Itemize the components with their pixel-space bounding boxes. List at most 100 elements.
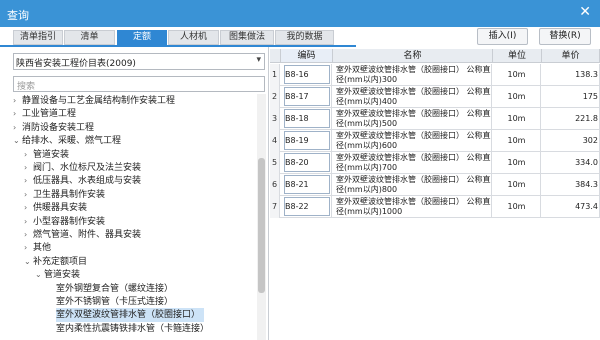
- price-cell: 473.4: [542, 196, 600, 218]
- tree-item[interactable]: 室外钢塑复合管（螺纹连接）: [56, 282, 173, 296]
- table-row[interactable]: 1 B8-16 室外双壁波纹管排水管（胶圈接口） 公称直径(mm以内)300 10m 1…: [270, 64, 600, 86]
- tree-item-label: 工业管道工程: [22, 109, 77, 120]
- window-title: 查询: [7, 9, 29, 22]
- tree-item-label: 室外钢塑复合管（螺纹连接）: [56, 283, 174, 294]
- table-row[interactable]: 6 B8-21 室外双壁波纹管排水管（胶圈接口） 公称直径(mm以内)800 10m 3…: [270, 174, 600, 196]
- chevron-right-icon[interactable]: ›: [13, 107, 22, 121]
- code-cell-frame: [284, 175, 330, 194]
- search-placeholder: 搜索: [17, 82, 36, 92]
- tree-item-label: 室外双壁波纹管排水管（胶圈接口）: [56, 310, 201, 321]
- chevron-right-icon[interactable]: ›: [24, 201, 33, 215]
- tab-atlas-methods[interactable]: 图集做法: [220, 30, 274, 45]
- unit-cell: 10m: [493, 174, 541, 196]
- price-cell: 221.8: [542, 108, 600, 130]
- column-header-price[interactable]: 单价: [542, 49, 600, 63]
- tree-item-label: 供暖器具安装: [33, 203, 88, 214]
- code-cell: B8-18: [282, 108, 332, 130]
- chevron-right-icon[interactable]: ›: [24, 215, 33, 229]
- quota-tree: › 静置设备与工艺金属结构制作安装工程 › 工业管道工程 › 消防设备安装工程 ⌄ 给排水、采…: [13, 94, 256, 340]
- table-row[interactable]: 3 B8-18 室外双壁波纹管排水管（胶圈接口） 公称直径(mm以内)500 10m 2…: [270, 108, 600, 130]
- tree-item[interactable]: ⌄ 补充定额项目: [24, 255, 87, 269]
- price-cell: 334.0: [542, 152, 600, 174]
- code-cell: B8-20: [282, 152, 332, 174]
- name-cell: 室外双壁波纹管排水管（胶圈接口） 公称直径(mm以内)700: [333, 152, 492, 174]
- quota-grid: 编码 名称 单位 单价 1 B8-16 室外双壁波纹管排水管（胶圈接口） 公称直径(…: [270, 49, 600, 340]
- tree-item-label: 阀门、水位标尺及法兰安装: [33, 163, 142, 173]
- tree-item[interactable]: ⌄ 给排水、采暖、燃气工程: [13, 134, 121, 148]
- chevron-right-icon[interactable]: ›: [24, 148, 33, 162]
- tree-item[interactable]: › 燃气管道、附件、器具安装: [24, 228, 141, 242]
- library-select[interactable]: 陕西省安装工程价目表(2009) ▾: [13, 53, 265, 70]
- column-header-unit[interactable]: 单位: [493, 49, 542, 63]
- code-cell-frame: [284, 153, 330, 172]
- tree-item[interactable]: › 管道安装: [24, 148, 69, 162]
- tree-item[interactable]: ⌄ 管道安装: [35, 268, 80, 282]
- chevron-right-icon[interactable]: ›: [24, 161, 33, 175]
- search-input[interactable]: 搜索: [13, 76, 265, 92]
- chevron-down-icon[interactable]: ⌄: [13, 134, 22, 148]
- tree-item[interactable]: › 阀门、水位标尺及法兰安装: [24, 161, 141, 175]
- tree-item[interactable]: › 卫生器具制作安装: [24, 188, 105, 202]
- tree-scrollbar-thumb[interactable]: [258, 158, 265, 293]
- code-cell: B8-21: [282, 174, 332, 196]
- replace-button[interactable]: 替换(R): [539, 28, 591, 45]
- price-cell: 138.3: [542, 64, 600, 86]
- insert-button[interactable]: 插入(I): [477, 28, 528, 45]
- code-cell: B8-19: [282, 130, 332, 152]
- tree-item-label: 静置设备与工艺金属结构制作安装工程: [22, 96, 176, 106]
- tab-quota[interactable]: 定额: [117, 30, 167, 45]
- code-cell: B8-17: [282, 86, 332, 108]
- tree-item-label: 低压器具、水表组成与安装: [33, 176, 142, 187]
- name-cell: 室外双壁波纹管排水管（胶圈接口） 公称直径(mm以内)1000: [333, 196, 492, 218]
- tree-item[interactable]: › 供暖器具安装: [24, 201, 87, 215]
- row-index: 6: [270, 174, 280, 196]
- price-cell: 302: [542, 130, 600, 152]
- column-header-name[interactable]: 名称: [333, 49, 493, 63]
- name-cell: 室外双壁波纹管排水管（胶圈接口） 公称直径(mm以内)400: [333, 86, 492, 108]
- tree-item[interactable]: › 其他: [24, 241, 51, 255]
- unit-cell: 10m: [493, 130, 541, 152]
- tree-item[interactable]: › 工业管道工程: [13, 107, 76, 121]
- name-cell: 室外双壁波纹管排水管（胶圈接口） 公称直径(mm以内)600: [333, 130, 492, 152]
- code-cell-frame: [284, 197, 330, 216]
- code-cell-frame: [284, 65, 330, 84]
- column-header-code[interactable]: 编码: [281, 49, 333, 63]
- unit-cell: 10m: [493, 196, 541, 218]
- table-row[interactable]: 5 B8-20 室外双壁波纹管排水管（胶圈接口） 公称直径(mm以内)700 10m 3…: [270, 152, 600, 174]
- code-cell-frame: [284, 87, 330, 106]
- unit-cell: 10m: [493, 86, 541, 108]
- tab-list[interactable]: 清单: [64, 30, 115, 45]
- table-row[interactable]: 7 B8-22 室外双壁波纹管排水管（胶圈接口） 公称直径(mm以内)1000 10m…: [270, 196, 600, 218]
- chevron-right-icon[interactable]: ›: [24, 228, 33, 242]
- pane-divider[interactable]: [268, 47, 269, 340]
- tab-labor-material-machine[interactable]: 人材机: [168, 30, 219, 45]
- chevron-right-icon[interactable]: ›: [13, 94, 22, 108]
- tab-list-guide[interactable]: 清单指引: [13, 30, 63, 45]
- tree-item-label: 管道安装: [44, 270, 81, 281]
- tree-item[interactable]: › 小型容器制作安装: [24, 215, 105, 229]
- chevron-down-icon[interactable]: ⌄: [24, 255, 33, 269]
- tree-item[interactable]: › 静置设备与工艺金属结构制作安装工程: [13, 94, 175, 108]
- tab-my-data[interactable]: 我的数据: [275, 30, 334, 45]
- chevron-right-icon[interactable]: ›: [13, 121, 22, 135]
- tree-item[interactable]: 室外不锈钢管（卡压式连接）: [56, 295, 173, 309]
- tab-underline: [0, 45, 356, 47]
- tree-item[interactable]: › 低压器具、水表组成与安装: [24, 174, 141, 188]
- table-row[interactable]: 2 B8-17 室外双壁波纹管排水管（胶圈接口） 公称直径(mm以内)400 10m 1…: [270, 86, 600, 108]
- price-cell: 384.3: [542, 174, 600, 196]
- tree-item-label: 补充定额项目: [33, 256, 88, 267]
- chevron-right-icon[interactable]: ›: [24, 188, 33, 202]
- chevron-down-icon[interactable]: ⌄: [35, 268, 44, 282]
- tree-item[interactable]: › 消防设备安装工程: [13, 121, 94, 135]
- name-cell: 室外双壁波纹管排水管（胶圈接口） 公称直径(mm以内)800: [333, 174, 492, 196]
- row-index: 4: [270, 130, 280, 152]
- code-cell-frame: [284, 109, 330, 128]
- close-icon[interactable]: ✕: [579, 4, 591, 20]
- chevron-right-icon[interactable]: ›: [24, 241, 33, 255]
- tree-item[interactable]: 室内柔性抗震铸铁排水管（卡箍连接）: [56, 322, 209, 336]
- table-row[interactable]: 4 B8-19 室外双壁波纹管排水管（胶圈接口） 公称直径(mm以内)600 10m 3…: [270, 130, 600, 152]
- name-cell: 室外双壁波纹管排水管（胶圈接口） 公称直径(mm以内)500: [333, 108, 492, 130]
- chevron-right-icon[interactable]: ›: [24, 174, 33, 188]
- chevron-down-icon[interactable]: ▾: [256, 55, 261, 65]
- tree-item[interactable]: 室外双壁波纹管排水管（胶圈接口）: [56, 308, 205, 323]
